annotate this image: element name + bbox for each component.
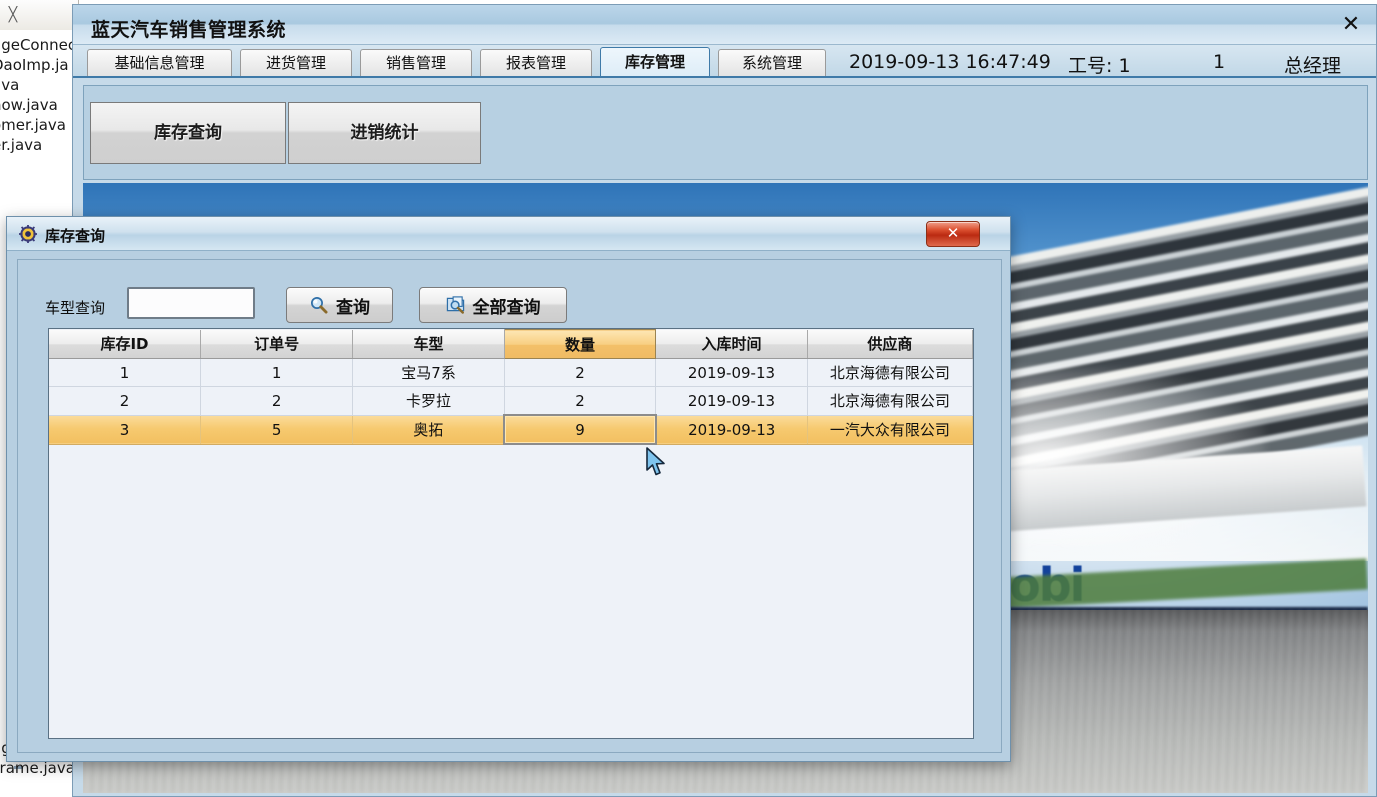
cell-order-no[interactable]: 1: [200, 359, 352, 387]
tab-reports[interactable]: 报表管理: [480, 49, 592, 78]
gear-icon: [19, 225, 37, 243]
cell-stock-time[interactable]: 2019-09-13: [656, 359, 807, 387]
column-header-supplier[interactable]: 供应商: [807, 330, 972, 359]
model-query-input[interactable]: [127, 287, 255, 319]
purchase-sales-stats-button[interactable]: 进销统计: [288, 102, 481, 164]
dialog-title-bar: 库存查询 ✕: [7, 217, 1010, 251]
inventory-toolbar-panel: 库存查询 进销统计: [83, 85, 1368, 180]
cell-inventory-id[interactable]: 2: [49, 387, 200, 416]
query-button-label: 查询: [336, 293, 370, 318]
status-employee-no: 工号: 1: [1068, 51, 1131, 78]
cell-supplier[interactable]: 北京海德有限公司: [807, 387, 972, 416]
cell-quantity[interactable]: 9: [504, 415, 655, 444]
cell-order-no[interactable]: 2: [200, 387, 352, 416]
inventory-table: 库存ID 订单号 车型 数量 入库时间 供应商 1 1 宝马7系 2 2019-: [49, 329, 973, 445]
list-item[interactable]: DaoImp.ja: [0, 55, 76, 75]
cell-quantity[interactable]: 2: [504, 359, 655, 387]
query-button[interactable]: 查询: [286, 287, 393, 323]
tab-system[interactable]: 系统管理: [718, 49, 826, 78]
status-role: 总经理: [1284, 51, 1341, 78]
tab-sales[interactable]: 销售管理: [360, 49, 472, 78]
column-header-quantity[interactable]: 数量: [504, 330, 655, 359]
app-title-bar: 蓝天汽车销售管理系统 ✕: [73, 5, 1376, 45]
list-item[interactable]: ageConnec: [0, 35, 76, 55]
tab-underline: [73, 76, 1376, 78]
column-header-inventory-id[interactable]: 库存ID: [49, 330, 200, 359]
model-query-label: 车型查询: [45, 297, 105, 318]
close-icon[interactable]: ✕: [1338, 13, 1364, 37]
column-header-order-no[interactable]: 订单号: [200, 330, 352, 359]
table-header-row: 库存ID 订单号 车型 数量 入库时间 供应商: [49, 330, 973, 359]
inventory-table-container[interactable]: 库存ID 订单号 车型 数量 入库时间 供应商 1 1 宝马7系 2 2019-: [48, 328, 974, 739]
list-item[interactable]: omer.java: [0, 115, 76, 135]
status-datetime: 2019-09-13 16:47:49: [849, 51, 1051, 73]
cell-stock-time[interactable]: 2019-09-13: [656, 415, 807, 444]
query-all-button-label: 全部查询: [473, 293, 541, 318]
dialog-close-button[interactable]: ✕: [926, 221, 980, 247]
dialog-title: 库存查询: [45, 225, 105, 246]
cell-supplier[interactable]: 一汽大众有限公司: [807, 415, 972, 444]
cell-car-model[interactable]: 宝马7系: [353, 359, 504, 387]
cell-stock-time[interactable]: 2019-09-13: [656, 387, 807, 416]
inventory-query-dialog: 库存查询 ✕ 车型查询 查询: [6, 216, 1011, 762]
tab-inventory[interactable]: 库存管理: [600, 47, 710, 78]
cell-car-model[interactable]: 卡罗拉: [353, 387, 504, 416]
cell-car-model[interactable]: 奥拓: [353, 415, 504, 444]
app-title: 蓝天汽车销售管理系统: [91, 15, 286, 42]
tab-purchasing[interactable]: 进货管理: [240, 49, 352, 78]
main-tab-bar: 基础信息管理 进货管理 销售管理 报表管理 库存管理 系统管理 2019-09-…: [73, 45, 1376, 78]
ide-tab-strip: ╳: [0, 0, 79, 31]
column-header-stock-time[interactable]: 入库时间: [656, 330, 807, 359]
list-item[interactable]: er.java: [0, 135, 76, 155]
table-row[interactable]: 1 1 宝马7系 2 2019-09-13 北京海德有限公司: [49, 359, 973, 387]
cell-order-no[interactable]: 5: [200, 415, 352, 444]
tab-basic-info[interactable]: 基础信息管理: [87, 49, 232, 78]
list-item[interactable]: ava: [0, 75, 76, 95]
cell-quantity[interactable]: 2: [504, 387, 655, 416]
cell-supplier[interactable]: 北京海德有限公司: [807, 359, 972, 387]
list-item[interactable]: how.java: [0, 95, 76, 115]
inventory-query-button[interactable]: 库存查询: [90, 102, 286, 164]
table-row-selected[interactable]: 3 5 奥拓 9 2019-09-13 一汽大众有限公司: [49, 415, 973, 444]
cell-inventory-id[interactable]: 1: [49, 359, 200, 387]
query-all-button[interactable]: 全部查询: [419, 287, 567, 323]
column-header-car-model[interactable]: 车型: [353, 330, 504, 359]
dialog-body: 车型查询 查询 全部查询: [17, 259, 1002, 753]
magnifier-icon: [309, 295, 329, 315]
status-employee-id: 1: [1213, 51, 1225, 73]
cell-inventory-id[interactable]: 3: [49, 415, 200, 444]
table-row[interactable]: 2 2 卡罗拉 2 2019-09-13 北京海德有限公司: [49, 387, 973, 416]
folder-search-icon: [446, 295, 466, 315]
close-x-icon[interactable]: ╳: [5, 6, 21, 22]
